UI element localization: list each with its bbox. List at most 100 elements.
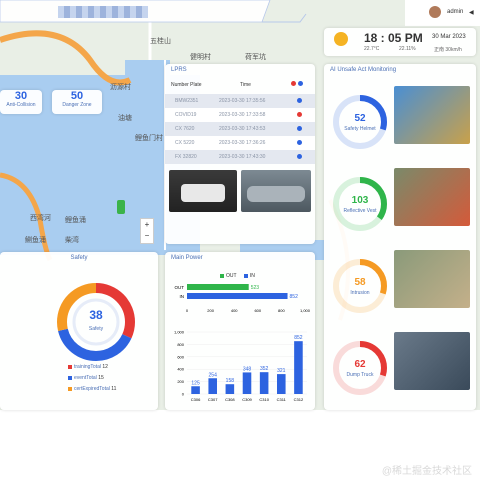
bar — [208, 378, 217, 394]
map-label: 沥源村 — [110, 84, 131, 91]
camera-snapshot[interactable] — [394, 250, 470, 308]
time-cell: 2023-03-30 17:43:30 — [219, 154, 266, 160]
safety-panel: Safety 38 Safety trainingTotal 12 eventTo… — [0, 252, 158, 410]
plate-cell: CX 5220 — [175, 140, 195, 146]
power-bar-chart: 1,000 800 600 400 200 0 125 C306 254 C307 158 C308 3… — [174, 330, 307, 402]
table-row[interactable]: CX 7620 2023-03-30 17:43:53 — [165, 122, 315, 136]
status-dot-icon — [297, 140, 302, 145]
caret-left-icon[interactable]: ◀ — [469, 9, 474, 16]
map-label: 鲤鱼涌 — [65, 217, 86, 224]
stat-card[interactable]: 30 Anti-Collision — [0, 90, 42, 114]
car-image[interactable] — [169, 170, 237, 212]
plate-cell: CX 7620 — [175, 126, 195, 132]
hbar-tick-label: 400 — [231, 308, 238, 313]
map-label: 鰂鱼涌 — [25, 237, 46, 244]
ai-metric-item[interactable]: 52 Safety Helmet — [328, 86, 472, 162]
ai-metric-item[interactable]: 58 Intrusion — [328, 250, 472, 326]
metric-label: Safety Helmet — [344, 126, 376, 132]
status-dot-icon — [297, 112, 302, 117]
y-tick-label: 600 — [177, 354, 184, 359]
map-label: 五桂山 — [150, 38, 171, 45]
legend-value: 12 — [102, 364, 108, 370]
bar-value-label: 321 — [277, 368, 286, 374]
y-tick-label: 0 — [182, 392, 185, 397]
legend-in: IN — [249, 273, 255, 279]
stat-label: Danger Zone — [62, 102, 92, 108]
x-tick-label: C307 — [208, 397, 218, 402]
avatar[interactable] — [429, 6, 441, 18]
map-label: 健明村 — [190, 54, 211, 61]
sun-cloud-icon — [334, 32, 348, 46]
plate-cell: FX 32820 — [175, 154, 197, 160]
panel-title: AI Unsafe Act Monitoring — [330, 67, 397, 73]
username[interactable]: admin — [447, 9, 463, 15]
bar-value-label: 348 — [243, 366, 252, 372]
camera-snapshot[interactable] — [394, 332, 470, 390]
ai-metric-item[interactable]: 103 Reflective Vest — [328, 168, 472, 244]
status-dot-icon — [297, 126, 302, 131]
panel-title: Main Power — [171, 255, 203, 261]
x-tick-label: C306 — [191, 397, 201, 402]
bar-value-label: 352 — [260, 366, 269, 372]
x-tick-label: C310 — [259, 397, 269, 402]
table-row[interactable]: BMW2351 2023-03-30 17:35:56 — [165, 94, 315, 108]
vehicle-icon[interactable] — [117, 200, 125, 214]
metric-value: 62 — [354, 359, 366, 370]
legend-out: OUT — [226, 273, 237, 279]
camera-snapshot[interactable] — [394, 168, 470, 226]
hbar-tick-label: 0 — [186, 308, 189, 313]
plate-cell: COVID19 — [175, 112, 197, 118]
stat-card[interactable]: 50 Danger Zone — [52, 90, 102, 114]
hbar-value-label: 523 — [251, 285, 260, 291]
red-dot-icon — [291, 81, 296, 86]
stat-label: Anti-Collision — [6, 102, 36, 108]
zoom-out-button[interactable]: − — [141, 230, 153, 241]
table-row[interactable]: CX 5220 2023-03-30 17:36:26 — [165, 136, 315, 150]
watermark: @稀土掘金技术社区 — [381, 466, 472, 477]
clock: 18 : 05 PM — [364, 31, 423, 45]
legend-swatch — [68, 386, 72, 391]
legend-label: eventTotal — [74, 375, 97, 381]
panel-title: Safety — [70, 255, 88, 261]
car-image[interactable] — [241, 170, 311, 212]
blue-dot-icon — [298, 81, 303, 86]
legend-swatch — [68, 364, 72, 369]
ai-metric-item[interactable]: 62 Dump Truck — [328, 332, 472, 408]
hbar — [187, 293, 288, 299]
lprs-table: BMW2351 2023-03-30 17:35:56 COVID19 2023… — [165, 94, 315, 164]
column-header: Number Plate — [171, 82, 202, 88]
time-cell: 2023-03-30 17:33:58 — [219, 112, 266, 118]
map-label: 荷军坑 — [245, 54, 266, 61]
x-tick-label: C308 — [225, 397, 235, 402]
hbar-category-label: IN — [180, 294, 185, 299]
power-legend: OUT IN — [220, 273, 255, 279]
table-row[interactable]: COVID19 2023-03-30 17:33:58 — [165, 108, 315, 122]
legend-item: certExpiredTotal 11 — [68, 386, 116, 392]
zoom-control[interactable]: + − — [140, 218, 154, 244]
metric-value: 58 — [354, 277, 366, 288]
humidity: 22.11% — [399, 46, 416, 52]
hbar — [187, 284, 249, 290]
safety-center-label: Safety — [88, 326, 104, 332]
top-bar: admin ◀ — [0, 0, 480, 26]
status-dot-icon — [297, 154, 302, 159]
bar-value-label: 125 — [191, 380, 200, 386]
user-area[interactable]: admin ◀ — [405, 0, 480, 26]
zoom-in-button[interactable]: + — [141, 219, 153, 230]
time-cell: 2023-03-30 17:36:26 — [219, 140, 266, 146]
stat-value: 50 — [70, 90, 84, 102]
panel-title: LPRS — [171, 67, 187, 73]
bar-value-label: 158 — [226, 378, 235, 384]
x-tick-label: C309 — [242, 397, 252, 402]
table-row[interactable]: FX 32820 2023-03-30 17:43:30 — [165, 150, 315, 164]
camera-snapshot[interactable] — [394, 86, 470, 144]
bar — [259, 372, 269, 394]
wind: 正南 30km/h — [434, 47, 462, 53]
bar — [225, 384, 235, 394]
metric-value: 52 — [354, 113, 366, 124]
date: 30 Mar 2023 — [432, 34, 466, 40]
metric-value: 103 — [351, 195, 369, 206]
bar-value-label: 254 — [209, 372, 218, 378]
plate-cell: BMW2351 — [175, 98, 199, 104]
metric-label: Reflective Vest — [343, 208, 377, 214]
